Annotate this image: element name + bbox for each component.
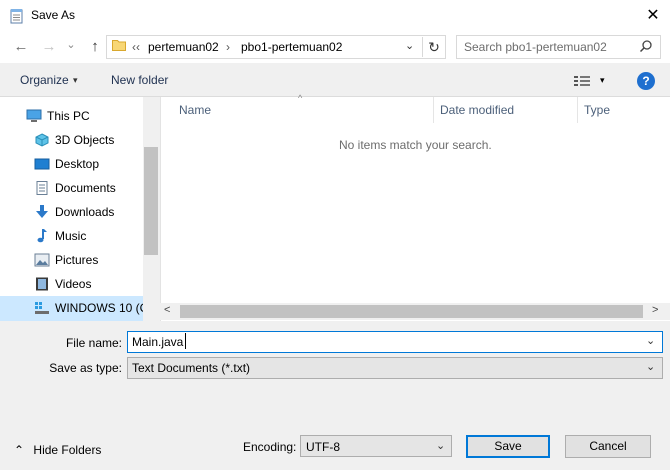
chevron-up-icon: ⌃ xyxy=(14,443,25,457)
documents-icon xyxy=(36,181,48,195)
cancel-button[interactable]: Cancel xyxy=(565,435,651,458)
sidebar-item-label: Pictures xyxy=(55,253,99,267)
sidebar-item-label: 3D Objects xyxy=(55,133,115,147)
search-icon[interactable] xyxy=(639,39,653,53)
sidebar-item-label: Downloads xyxy=(55,205,115,219)
sidebar-item-downloads[interactable]: Downloads xyxy=(0,200,143,224)
command-toolbar xyxy=(0,63,670,97)
column-divider[interactable] xyxy=(577,97,578,123)
address-divider xyxy=(422,37,423,57)
folder-icon xyxy=(112,40,126,51)
hide-folders-label: Hide Folders xyxy=(33,443,102,457)
sidebar-item-windows-drive[interactable]: WINDOWS 10 (C xyxy=(0,296,148,321)
sidebar-item-this-pc[interactable]: This PC xyxy=(0,104,143,128)
drive-icon xyxy=(35,302,49,314)
file-list xyxy=(160,97,670,321)
encoding-value[interactable]: UTF-8 xyxy=(306,440,340,454)
scroll-right-icon[interactable]: > xyxy=(652,304,658,316)
sidebar-item-music[interactable]: Music xyxy=(0,224,143,248)
sidebar-item-label: Desktop xyxy=(55,157,100,171)
close-icon[interactable]: ✕ xyxy=(639,5,667,27)
scroll-left-icon[interactable]: < xyxy=(164,304,170,316)
breadcrumb-overflow[interactable]: ‹‹ xyxy=(132,40,140,54)
change-view-icon[interactable] xyxy=(573,74,591,88)
sidebar-item-label: Documents xyxy=(55,181,116,195)
breadcrumb-separator[interactable]: › xyxy=(226,40,230,54)
sidebar-item-videos[interactable]: Videos xyxy=(0,272,143,296)
sort-indicator-icon: ^ xyxy=(298,93,303,103)
sidebar-item-3d-objects[interactable]: 3D Objects xyxy=(0,128,143,152)
breadcrumb-item[interactable]: pbo1-pertemuan02 xyxy=(241,40,342,54)
file-name-label: File name: xyxy=(65,336,122,350)
recent-locations-icon[interactable]: ⌄ xyxy=(61,35,81,55)
3d-objects-icon xyxy=(35,133,49,147)
sidebar-item-desktop[interactable]: Desktop xyxy=(0,152,143,176)
pc-icon xyxy=(26,109,42,122)
view-options-caret-icon[interactable]: ▾ xyxy=(600,75,605,86)
empty-results-message: No items match your search. xyxy=(339,138,492,152)
save-as-type-label: Save as type: xyxy=(49,361,122,375)
videos-icon xyxy=(36,277,48,291)
sidebar-item-label: Videos xyxy=(55,277,92,291)
save-button[interactable]: Save xyxy=(466,435,550,458)
refresh-icon[interactable]: ↻ xyxy=(425,37,443,57)
back-arrow-icon[interactable]: ← xyxy=(11,37,31,57)
background-page-strip xyxy=(0,470,670,475)
save-as-type-dropdown-icon[interactable]: ⌄ xyxy=(646,360,655,373)
sidebar-item-pictures[interactable]: Pictures xyxy=(0,248,143,272)
up-arrow-icon[interactable]: ↑ xyxy=(85,37,105,57)
new-folder-button[interactable]: New folder xyxy=(111,73,168,87)
text-cursor xyxy=(185,333,186,349)
hide-folders-button[interactable]: ⌃ Hide Folders xyxy=(14,443,101,457)
forward-arrow-icon[interactable]: → xyxy=(39,37,59,57)
file-name-input[interactable] xyxy=(127,331,663,353)
pictures-icon xyxy=(34,253,50,267)
breadcrumb-item[interactable]: pertemuan02 xyxy=(148,40,219,54)
window-title: Save As xyxy=(31,8,76,22)
desktop-icon xyxy=(34,158,50,170)
save-as-dialog: Save As ✕ ← → ⌄ ↑ ‹‹ pertemuan02 › pbo1-… xyxy=(0,0,670,475)
address-dropdown-icon[interactable]: ⌄ xyxy=(405,39,414,52)
title-bar xyxy=(0,0,670,31)
sidebar-item-documents[interactable]: Documents xyxy=(0,176,143,200)
help-icon[interactable]: ? xyxy=(637,72,655,90)
column-header-name[interactable]: Name xyxy=(179,103,211,117)
downloads-icon xyxy=(36,205,48,218)
column-divider[interactable] xyxy=(433,97,434,123)
file-name-dropdown-icon[interactable]: ⌄ xyxy=(646,334,655,347)
notepad-icon xyxy=(10,9,23,24)
encoding-label: Encoding: xyxy=(243,440,297,454)
encoding-dropdown-icon[interactable]: ⌄ xyxy=(436,439,445,452)
horizontal-scroll-thumb[interactable] xyxy=(180,305,643,318)
organize-button[interactable]: Organize xyxy=(20,73,69,87)
sidebar-item-label: WINDOWS 10 (C xyxy=(55,301,149,315)
organize-caret-icon[interactable]: ▾ xyxy=(73,75,78,86)
column-header-type[interactable]: Type xyxy=(584,103,610,117)
navigation-pane-scroll-thumb[interactable] xyxy=(144,147,158,255)
file-name-value[interactable]: Main.java xyxy=(132,335,183,349)
sidebar-item-label: This PC xyxy=(47,109,90,123)
search-placeholder: Search pbo1-pertemuan02 xyxy=(464,40,607,54)
save-as-type-value[interactable]: Text Documents (*.txt) xyxy=(132,361,250,375)
sidebar-item-label: Music xyxy=(55,229,87,243)
column-header-date-modified[interactable]: Date modified xyxy=(440,103,514,117)
music-icon xyxy=(37,229,47,243)
